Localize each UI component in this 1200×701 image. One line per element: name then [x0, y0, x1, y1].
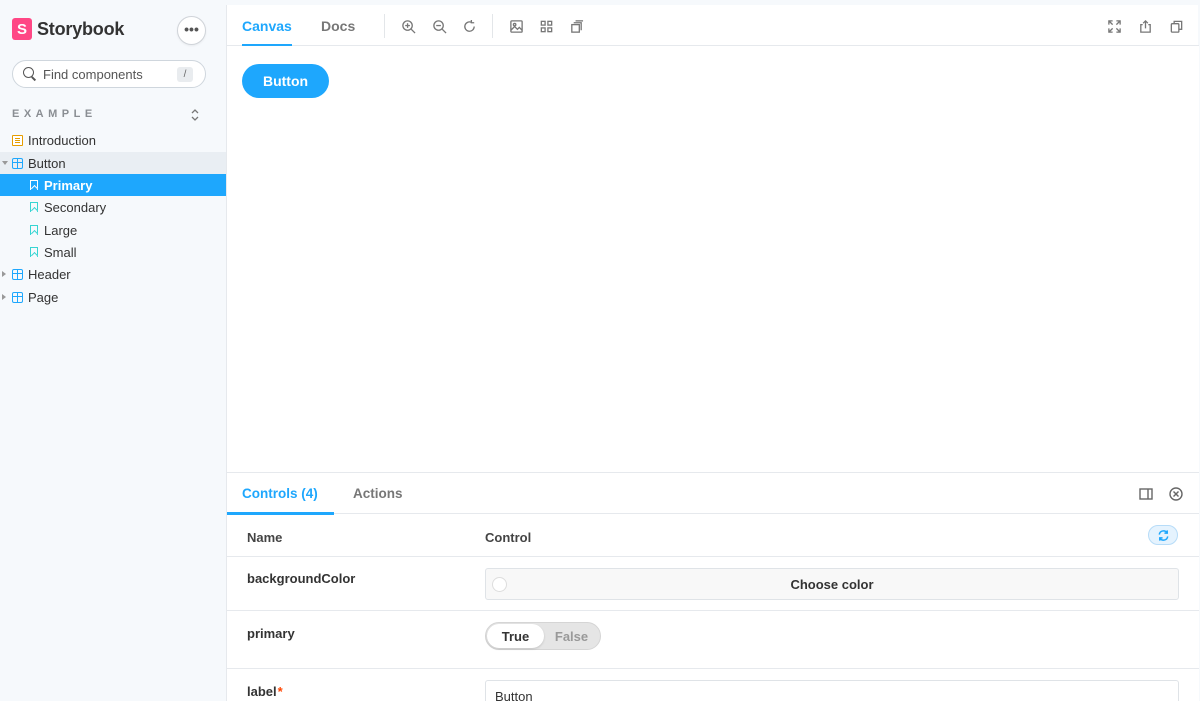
prop-name: backgroundColor	[247, 571, 356, 586]
component-icon	[12, 157, 23, 169]
search-shortcut-key: /	[177, 67, 193, 82]
color-swatch	[492, 577, 507, 592]
control-row-backgroundcolor: backgroundColor Choose color	[227, 557, 1199, 611]
control-row-primary: primary True False	[227, 611, 1199, 669]
search-box[interactable]: /	[12, 60, 206, 88]
document-icon	[12, 134, 23, 146]
tab-controls[interactable]: Controls (4)	[227, 473, 334, 515]
controls-table-header: Name Control	[227, 515, 1199, 557]
main-panel: Canvas Docs Button Controls (4) Actions …	[226, 5, 1199, 701]
toggle-false-option[interactable]: False	[544, 624, 599, 648]
more-options-button[interactable]: •••	[177, 16, 206, 45]
caret-down-icon	[2, 161, 8, 165]
tab-canvas[interactable]: Canvas	[242, 5, 292, 47]
sidebar-item-primary[interactable]: Primary	[0, 174, 226, 196]
close-icon[interactable]	[1169, 487, 1183, 501]
addon-tabs: Controls (4) Actions	[227, 473, 1199, 515]
sidebar-item-label: Large	[44, 222, 78, 238]
sidebar-item-label: Primary	[44, 177, 93, 193]
addons-panel: Controls (4) Actions Name Control backgr…	[227, 472, 1199, 701]
tab-actions[interactable]: Actions	[353, 473, 403, 514]
search-input[interactable]	[43, 66, 173, 82]
sidebar-item-button[interactable]: Button	[0, 152, 226, 174]
sidebar-item-page[interactable]: Page	[0, 286, 226, 308]
boolean-toggle[interactable]: True False	[485, 622, 601, 650]
caret-right-icon	[2, 271, 6, 277]
outline-icon[interactable]	[567, 17, 585, 35]
zoom-in-icon[interactable]	[399, 17, 417, 35]
story-canvas: Button	[227, 46, 1199, 472]
required-marker: *	[277, 684, 283, 699]
fullscreen-icon[interactable]	[1105, 17, 1123, 35]
bookmark-icon	[30, 247, 38, 257]
zoom-out-icon[interactable]	[430, 17, 448, 35]
column-header-control: Control	[485, 530, 532, 545]
sidebar-item-label: Header	[28, 266, 71, 282]
share-icon[interactable]	[1136, 17, 1154, 35]
bookmark-icon	[30, 225, 38, 235]
sidebar-item-label: Small	[44, 244, 77, 260]
refresh-icon	[1158, 529, 1168, 541]
prop-name: primary	[247, 626, 295, 641]
story-primary-button[interactable]: Button	[242, 64, 329, 98]
sidebar-item-small[interactable]: Small	[0, 241, 226, 263]
color-picker-button[interactable]: Choose color	[485, 568, 1179, 600]
caret-right-icon	[2, 294, 6, 300]
component-icon	[12, 268, 23, 280]
toolbar: Canvas Docs	[227, 5, 1199, 47]
expand-collapse-icon[interactable]	[189, 108, 201, 122]
sidebar-item-label: Introduction	[28, 132, 96, 148]
reset-controls-button[interactable]	[1148, 525, 1178, 545]
sidebar-item-large[interactable]: Large	[0, 219, 226, 241]
prop-name: label*	[247, 684, 283, 699]
copy-link-icon[interactable]	[1167, 17, 1185, 35]
reset-zoom-icon[interactable]	[460, 17, 478, 35]
brand-name: Storybook	[37, 18, 125, 39]
grid-icon[interactable]	[537, 17, 555, 35]
sidebar: S Storybook ••• / EXAMPLE Introduction B…	[0, 0, 226, 701]
sidebar-item-label: Page	[28, 289, 59, 305]
toolbar-divider	[384, 14, 385, 38]
tab-docs[interactable]: Docs	[321, 5, 355, 46]
color-picker-label: Choose color	[790, 576, 874, 592]
prop-name-text: label	[247, 684, 277, 699]
search-icon	[23, 67, 37, 81]
sidebar-item-header[interactable]: Header	[0, 263, 226, 285]
sidebar-item-label: Secondary	[44, 199, 107, 215]
toggle-true-option[interactable]: True	[487, 624, 544, 648]
sidebar-item-secondary[interactable]: Secondary	[0, 196, 226, 218]
toolbar-divider	[492, 14, 493, 38]
ellipsis-icon: •••	[184, 20, 199, 37]
bookmark-icon	[30, 202, 38, 212]
storybook-brand[interactable]: S Storybook	[12, 17, 124, 41]
panel-orientation-icon[interactable]	[1139, 487, 1153, 501]
sidebar-item-introduction[interactable]: Introduction	[0, 129, 226, 151]
control-row-label: label*	[227, 669, 1199, 701]
section-title-example: EXAMPLE	[12, 108, 97, 120]
bookmark-icon	[30, 180, 38, 190]
sidebar-item-label: Button	[28, 155, 66, 171]
storybook-logo-icon: S	[12, 18, 32, 40]
label-text-input[interactable]	[485, 680, 1179, 701]
background-image-icon[interactable]	[507, 17, 525, 35]
component-icon	[12, 291, 23, 303]
column-header-name: Name	[247, 530, 283, 545]
